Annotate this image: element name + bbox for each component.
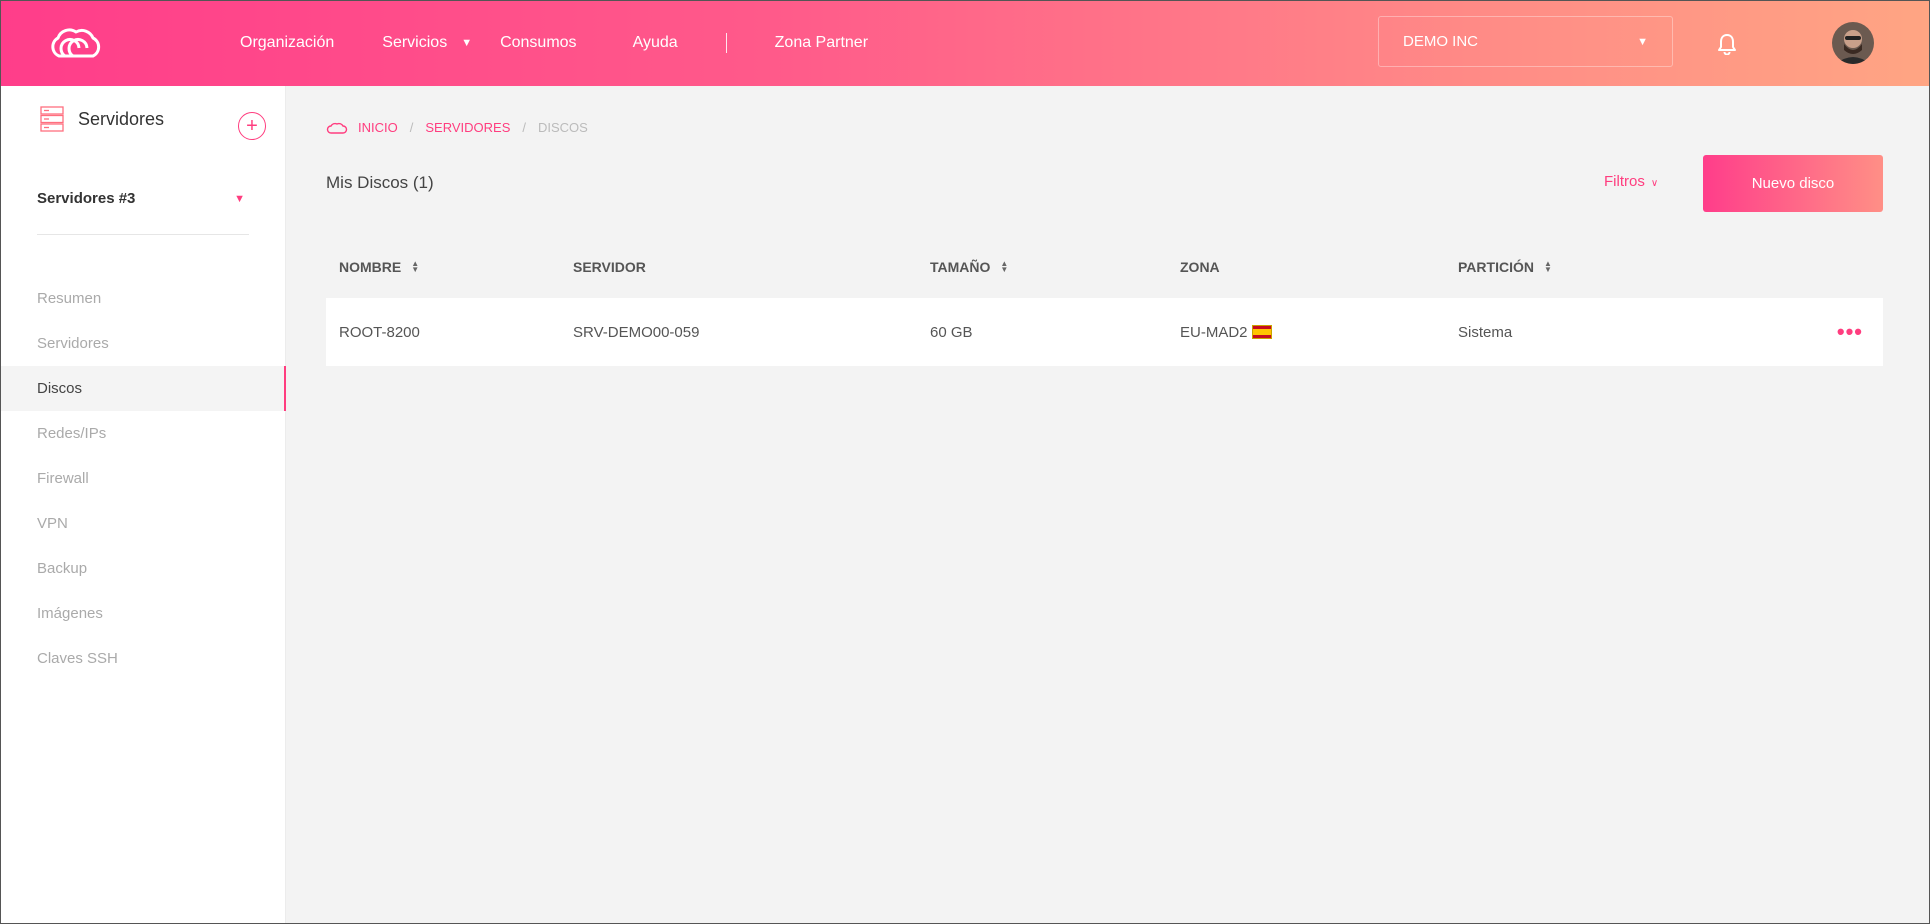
breadcrumb-servidores[interactable]: SERVIDORES — [425, 120, 510, 135]
sort-icon: ▲ ▼ — [1000, 259, 1009, 274]
sidebar-item-discos[interactable]: Discos — [0, 366, 286, 411]
sidebar-item-resumen[interactable]: Resumen — [0, 276, 286, 321]
cell-servidor: SRV-DEMO00-059 — [573, 323, 700, 341]
column-servidor: SERVIDOR — [573, 259, 930, 275]
caret-down-icon: ▼ — [461, 37, 473, 49]
sidebar-item-redes-ips[interactable]: Redes/IPs — [0, 411, 286, 456]
sidebar-item-claves-ssh[interactable]: Claves SSH — [0, 636, 286, 681]
organization-select-value: DEMO INC — [1403, 33, 1478, 50]
top-header: Organización Servicios ▼ Consumos Ayuda … — [0, 0, 1930, 86]
nav-separator — [725, 33, 727, 53]
sidebar-item-label: Servidores — [37, 335, 109, 352]
server-group-select[interactable]: Servidores #3 ▼ — [37, 190, 249, 207]
nav-servicios-label: Servicios — [382, 34, 448, 51]
column-zona: ZONA — [1180, 259, 1458, 275]
zona-label: EU-MAD2 — [1180, 323, 1248, 341]
cell-zona: EU-MAD2 — [1180, 324, 1458, 341]
column-label: TAMAÑO — [930, 259, 991, 275]
sidebar-item-label: Claves SSH — [37, 650, 118, 667]
chevron-down-icon: ∨ — [1650, 178, 1659, 189]
main-content: INICIO / SERVIDORES / DISCOS Mis Discos … — [286, 86, 1930, 924]
sort-icon: ▲ ▼ — [1543, 259, 1552, 274]
sidebar-item-vpn[interactable]: VPN — [0, 501, 286, 546]
plus-icon: + — [246, 115, 258, 137]
nav-ayuda-label: Ayuda — [632, 34, 678, 51]
cloud-logo-icon[interactable] — [45, 26, 107, 60]
sidebar-item-label: VPN — [37, 515, 68, 532]
sidebar-item-label: Imágenes — [37, 605, 103, 622]
main-nav: Organización Servicios ▼ Consumos Ayuda … — [240, 0, 868, 86]
column-nombre[interactable]: NOMBRE ▲ ▼ — [326, 259, 573, 275]
page-title: Mis Discos (1) — [326, 173, 434, 192]
caret-down-icon: ▼ — [1637, 35, 1648, 48]
sidebar-item-servidores[interactable]: Servidores — [0, 321, 286, 366]
user-avatar[interactable] — [1832, 22, 1874, 64]
sidebar-item-backup[interactable]: Backup — [0, 546, 286, 591]
sidebar-item-firewall[interactable]: Firewall — [0, 456, 286, 501]
nav-zona-partner-label: Zona Partner — [774, 34, 869, 51]
nav-consumos[interactable]: Consumos — [500, 34, 576, 52]
breadcrumb-discos: DISCOS — [538, 120, 588, 135]
sidebar-item-label: Firewall — [37, 470, 89, 487]
sidebar-header: Servidores — [40, 106, 164, 132]
table-header: NOMBRE ▲ ▼ SERVIDOR TAMAÑO ▲ ▼ ZONA PARTIC… — [326, 236, 1883, 298]
sidebar-item-label: Discos — [37, 380, 83, 397]
nav-ayuda[interactable]: Ayuda — [633, 34, 678, 52]
more-options-icon[interactable]: ••• — [1837, 321, 1863, 343]
nav-consumos-label: Consumos — [500, 34, 577, 51]
column-tamano[interactable]: TAMAÑO ▲ ▼ — [930, 259, 1180, 275]
column-label: ZONA — [1180, 259, 1220, 275]
sidebar-item-label: Backup — [37, 560, 88, 577]
table-row[interactable]: ROOT-8200 SRV-DEMO00-059 60 GB EU-MAD2 S… — [326, 298, 1883, 366]
column-label: SERVIDOR — [573, 259, 646, 275]
sidebar: Servidores + Servidores #3 ▼ Resumen Ser… — [0, 86, 286, 924]
breadcrumb: INICIO / SERVIDORES / DISCOS — [326, 120, 588, 135]
nav-zona-partner[interactable]: Zona Partner — [775, 34, 868, 52]
nav-organizacion-label: Organización — [240, 34, 335, 51]
sidebar-divider — [37, 234, 249, 235]
filters-dropdown[interactable]: Filtros ∨ — [1604, 173, 1658, 190]
sidebar-item-label: Resumen — [37, 290, 102, 307]
cell-tamano: 60 GB — [930, 323, 973, 341]
server-icon — [40, 106, 64, 132]
bell-icon[interactable] — [1716, 33, 1738, 55]
organization-select[interactable]: DEMO INC ▼ — [1378, 16, 1673, 67]
cell-particion: Sistema — [1458, 323, 1513, 341]
avatar-photo — [1832, 22, 1874, 64]
breadcrumb-separator: / — [409, 120, 414, 135]
nav-servicios[interactable]: Servicios ▼ — [382, 34, 472, 52]
caret-down-icon: ▼ — [234, 192, 245, 205]
column-label: NOMBRE — [339, 259, 402, 275]
breadcrumb-inicio[interactable]: INICIO — [358, 120, 398, 135]
new-disk-button[interactable]: Nuevo disco — [1703, 155, 1883, 212]
sidebar-item-label: Redes/IPs — [37, 425, 107, 442]
sort-icon: ▲ ▼ — [411, 259, 420, 274]
spain-flag-icon — [1251, 324, 1272, 339]
sidebar-item-imagenes[interactable]: Imágenes — [0, 591, 286, 636]
server-group-label: Servidores #3 — [37, 190, 136, 207]
disks-table: NOMBRE ▲ ▼ SERVIDOR TAMAÑO ▲ ▼ ZONA PARTIC… — [326, 236, 1883, 366]
cloud-home-icon[interactable] — [326, 122, 348, 134]
sidebar-title: Servidores — [78, 108, 165, 129]
nav-organizacion[interactable]: Organización — [240, 34, 334, 52]
sidebar-menu: Resumen Servidores Discos Redes/IPs Fire… — [0, 276, 286, 681]
filters-label: Filtros — [1604, 173, 1645, 190]
column-particion[interactable]: PARTICIÓN ▲ ▼ — [1458, 259, 1883, 275]
breadcrumb-separator: / — [522, 120, 526, 135]
cell-actions: ••• — [1803, 321, 1883, 343]
column-label: PARTICIÓN — [1458, 259, 1534, 275]
cell-nombre: ROOT-8200 — [339, 323, 420, 341]
add-server-button[interactable]: + — [238, 112, 266, 140]
